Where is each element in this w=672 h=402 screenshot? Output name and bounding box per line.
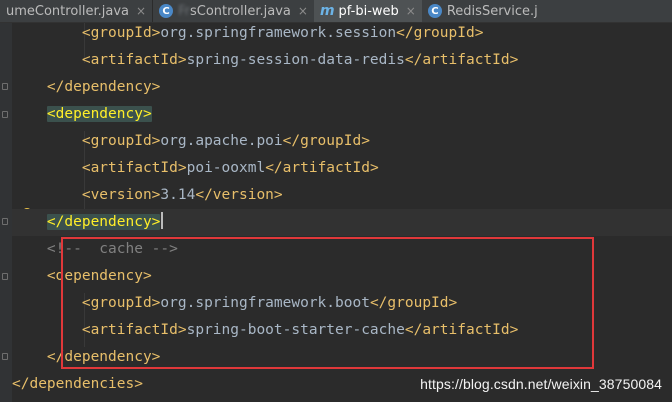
fold-marker-icon[interactable] (2, 273, 8, 280)
xml-close-tag-matched: </dependency> (46, 214, 161, 230)
tab-label: pf-bi-web (338, 3, 399, 19)
code-line: <artifactId>spring-session-data-redis</a… (12, 47, 672, 74)
xml-open-tag: <artifactId> (81, 160, 187, 176)
code-line-current: </dependency> (12, 209, 672, 236)
close-icon[interactable]: × (136, 4, 146, 18)
annotation-highlight-box (61, 237, 594, 369)
fold-marker-icon[interactable] (2, 353, 8, 360)
xml-open-tag: <version> (81, 187, 161, 203)
xml-open-tag-matched: <dependency> (46, 106, 152, 122)
code-line: <version>3.14</version> (12, 182, 672, 209)
tab-redis-service[interactable]: C RedisService.j (422, 0, 544, 22)
xml-open-tag: </dependencies> (12, 376, 143, 392)
tab-controller[interactable]: C Fr sController.java × (153, 0, 314, 22)
tab-ume-controller[interactable]: umeController.java × (0, 0, 152, 22)
fold-marker-icon[interactable] (2, 218, 8, 225)
xml-close-tag: </version> (195, 187, 283, 203)
java-class-icon: C (427, 4, 442, 18)
close-icon[interactable]: × (406, 4, 416, 18)
xml-text: org.apache.poi (160, 133, 283, 149)
xml-close-tag: </artifactId> (404, 52, 519, 68)
xml-text: org.springframework.session (160, 25, 397, 41)
code-line: <groupId>org.springframework.session</gr… (12, 20, 672, 47)
maven-icon: m (319, 3, 335, 19)
xml-open-tag: <groupId> (81, 25, 161, 41)
close-icon[interactable]: × (298, 4, 308, 18)
xml-text: 3.14 (160, 187, 196, 203)
xml-close-tag: </groupId> (282, 133, 370, 149)
code-line: <groupId>org.apache.poi</groupId> (12, 128, 672, 155)
xml-text: poi-ooxml (186, 160, 266, 176)
tab-label-blurred: Fr (178, 3, 190, 19)
xml-close-tag: </groupId> (396, 25, 484, 41)
tab-pf-bi-web[interactable]: m pf-bi-web × (313, 0, 422, 22)
watermark-text: https://blog.csdn.net/weixin_38750084 (420, 376, 662, 392)
fold-marker-icon[interactable] (2, 111, 8, 118)
code-line: </dependency> (12, 74, 672, 101)
tab-label: sController.java (189, 3, 291, 19)
xml-open-tag: </dependency> (46, 79, 161, 95)
tab-label: umeController.java (6, 3, 130, 19)
java-class-icon: C (159, 4, 174, 18)
xml-open-tag: <groupId> (81, 133, 161, 149)
xml-open-tag: <artifactId> (81, 52, 187, 68)
text-caret (161, 212, 164, 229)
code-line: <artifactId>poi-ooxml</artifactId> (12, 155, 672, 182)
tab-label: RedisService.j (446, 3, 538, 19)
code-line: <dependency> (12, 101, 672, 128)
editor-gutter (0, 23, 12, 402)
xml-close-tag: </artifactId> (265, 160, 379, 176)
fold-marker-icon[interactable] (2, 83, 8, 90)
xml-text: spring-session-data-redis (186, 52, 405, 68)
